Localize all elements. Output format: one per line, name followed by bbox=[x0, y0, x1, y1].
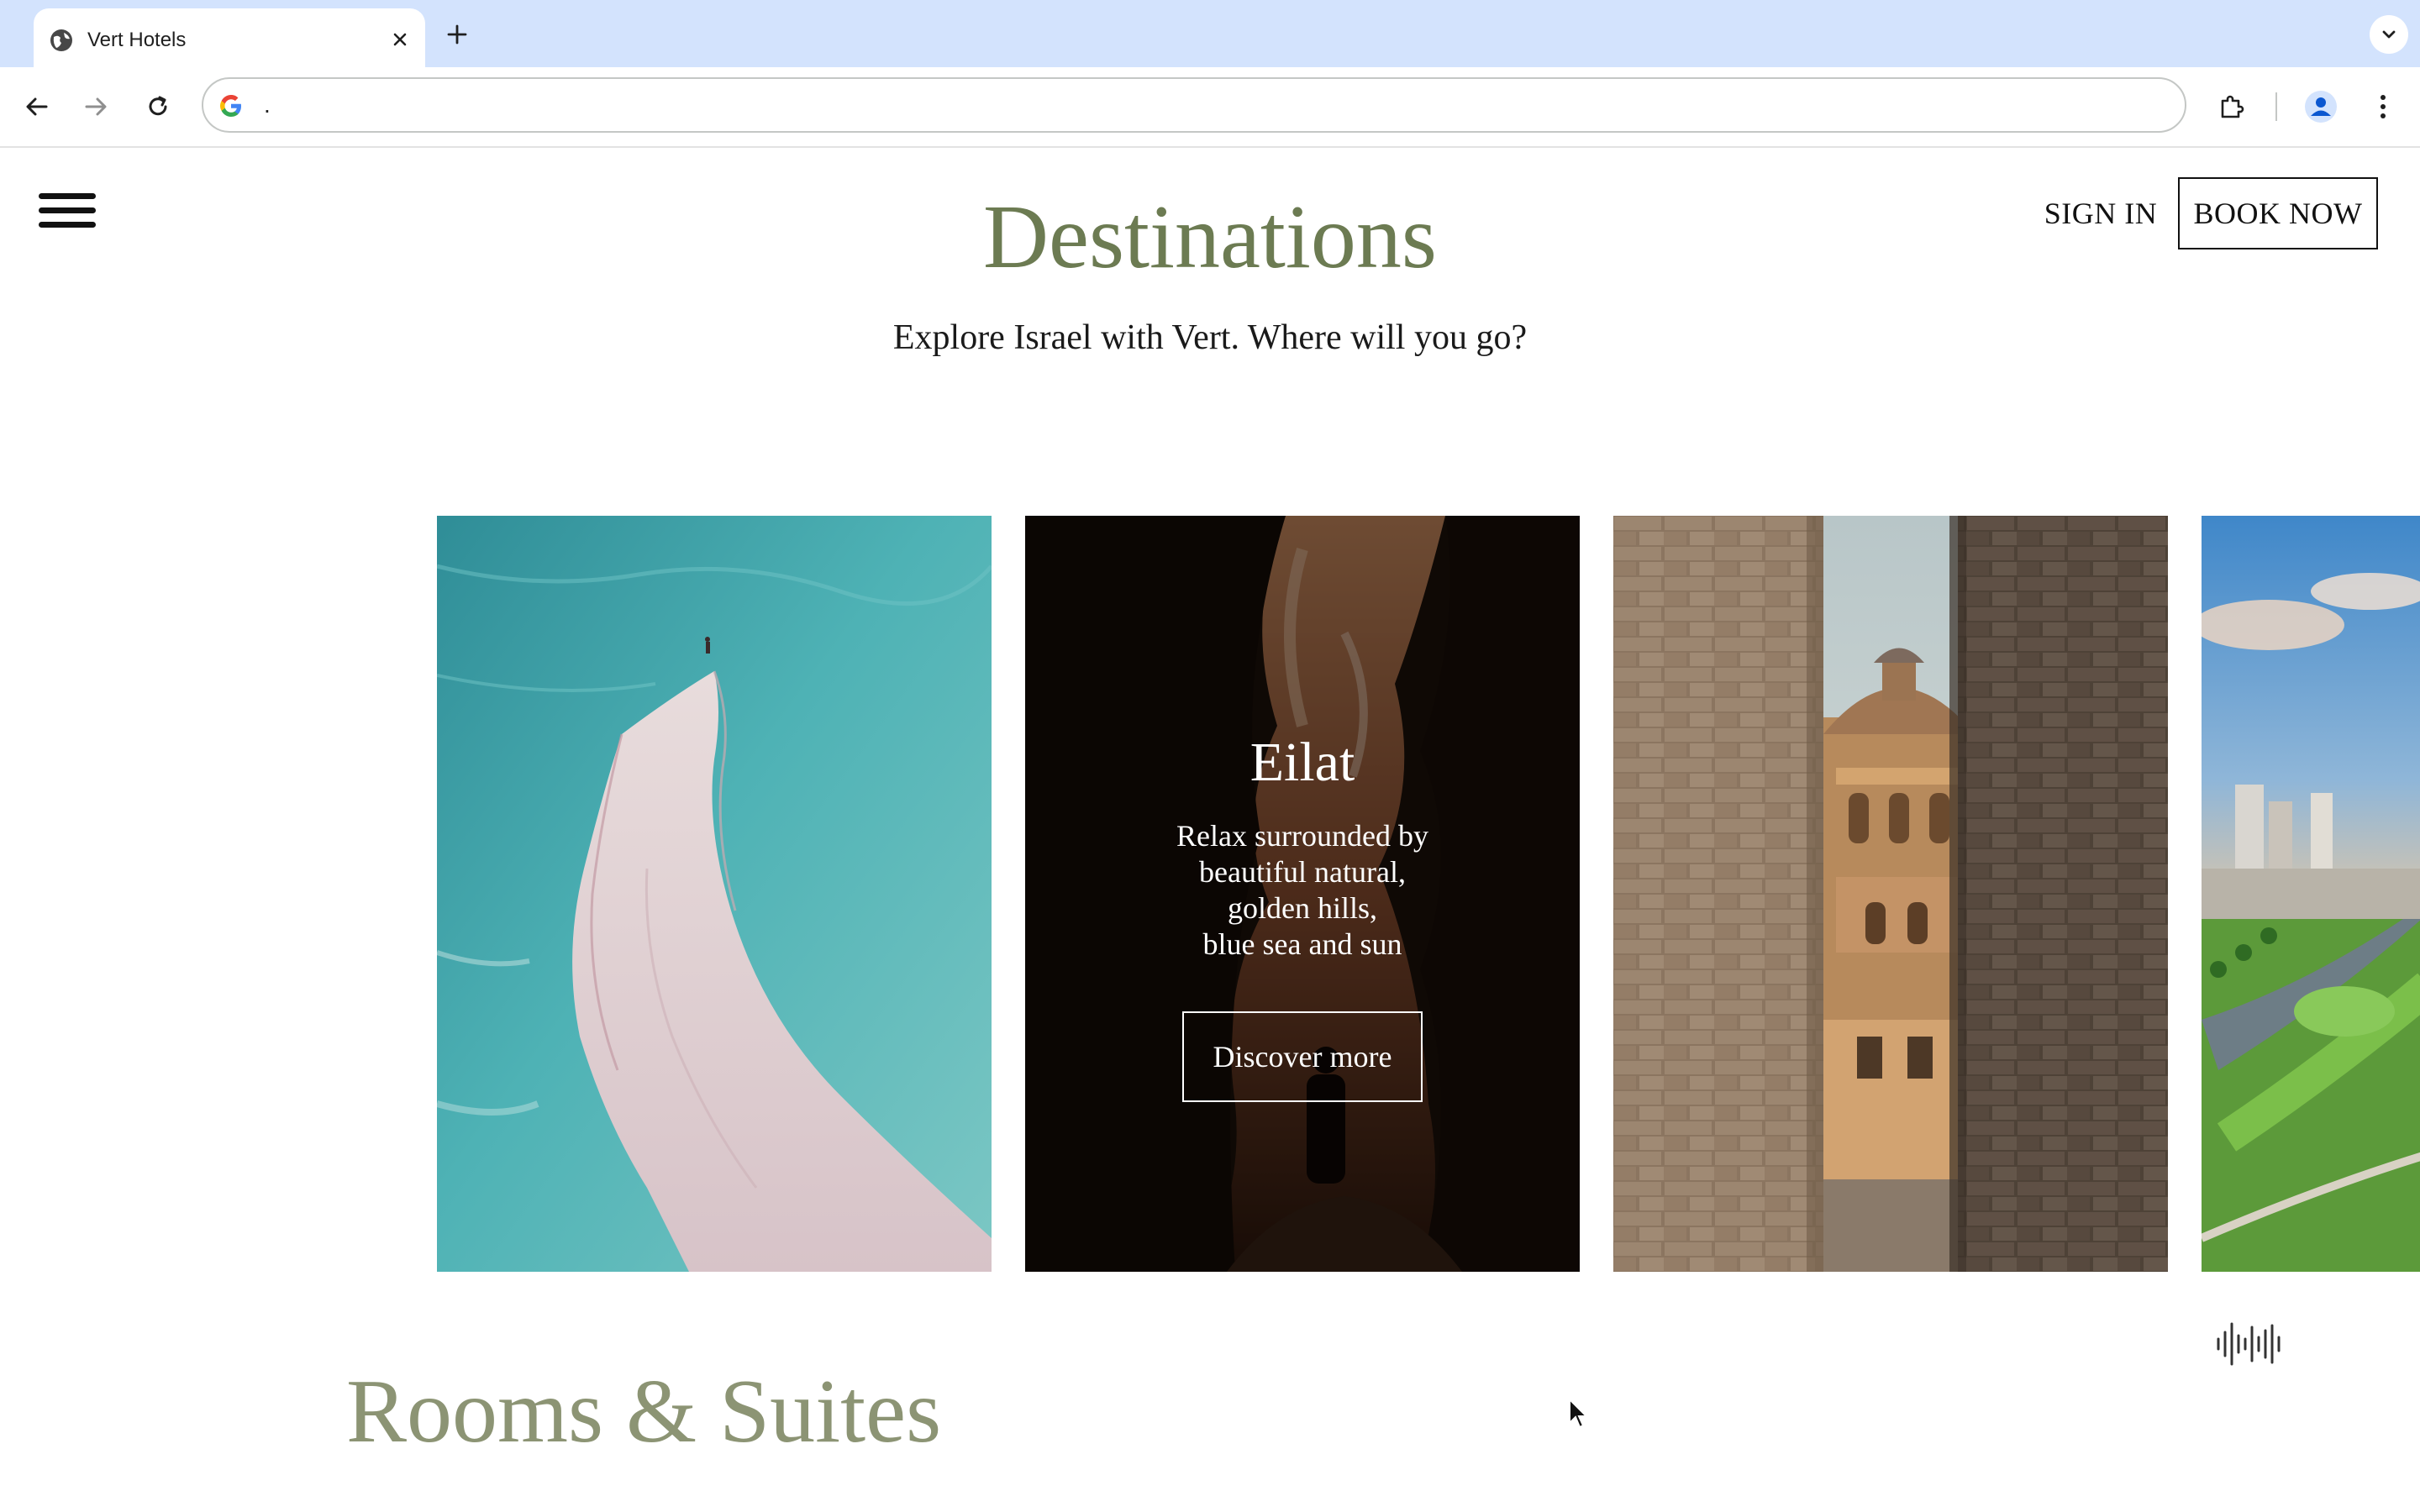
destination-card[interactable] bbox=[1613, 516, 2168, 1272]
tab-title: Vert Hotels bbox=[87, 29, 187, 51]
sound-wave-icon[interactable] bbox=[2215, 1319, 2286, 1369]
address-bar[interactable]: . bbox=[202, 77, 2186, 133]
destination-card[interactable] bbox=[437, 516, 992, 1272]
plus-icon[interactable] bbox=[440, 18, 474, 51]
browser-tab[interactable]: Vert Hotels bbox=[34, 8, 425, 67]
destination-image bbox=[2202, 516, 2420, 1272]
page-subtitle: Explore Israel with Vert. Where will you… bbox=[892, 318, 1528, 357]
destination-image bbox=[437, 516, 992, 1272]
chevron-down-icon[interactable] bbox=[2370, 15, 2408, 54]
card-description: Relax surrounded by beautiful natural, g… bbox=[1176, 819, 1428, 961]
google-g-icon bbox=[220, 95, 241, 117]
destination-card-eilat[interactable]: Eilat Relax surrounded by beautiful natu… bbox=[1025, 516, 1580, 1272]
browser-toolbar: . bbox=[0, 67, 2420, 148]
browser-tab-strip: Vert Hotels bbox=[0, 0, 2420, 67]
sign-in-link[interactable]: SIGN IN bbox=[2033, 197, 2168, 230]
globe-icon bbox=[50, 29, 72, 51]
vertical-dots-icon[interactable] bbox=[2365, 88, 2402, 125]
arrow-right-icon[interactable] bbox=[77, 88, 114, 125]
web-page: Destinations Explore Israel with Vert. W… bbox=[0, 148, 2420, 1512]
destination-image bbox=[1613, 516, 2168, 1272]
book-now-button[interactable]: BOOK NOW bbox=[2178, 177, 2378, 249]
mouse-cursor-icon bbox=[1569, 1398, 1588, 1429]
destination-card[interactable] bbox=[2202, 516, 2420, 1272]
card-title: Eilat bbox=[1249, 732, 1355, 793]
toolbar-divider bbox=[2275, 92, 2277, 121]
discover-more-button[interactable]: Discover more bbox=[1182, 1011, 1423, 1102]
reload-icon[interactable] bbox=[139, 88, 176, 125]
arrow-left-icon[interactable] bbox=[18, 88, 55, 125]
puzzle-icon[interactable] bbox=[2213, 88, 2250, 125]
rooms-suites-heading: Rooms & Suites bbox=[346, 1362, 942, 1462]
address-text: . bbox=[264, 92, 271, 118]
person-icon[interactable] bbox=[2302, 88, 2339, 125]
close-icon[interactable] bbox=[385, 24, 415, 55]
